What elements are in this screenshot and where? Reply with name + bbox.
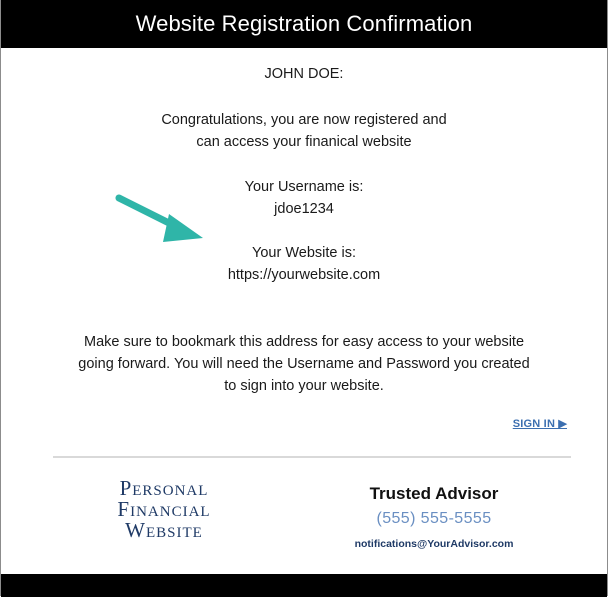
footer-bar — [1, 574, 607, 597]
page-title: Website Registration Confirmation — [135, 11, 473, 36]
congrats-line-2: can access your finanical website — [196, 134, 412, 150]
congrats-line-1: Congratulations, you are now registered … — [161, 112, 447, 128]
bookmark-line-2: going forward. You will need the Usernam… — [78, 356, 530, 372]
bookmark-line-3: to sign into your website. — [224, 378, 384, 394]
email-frame: Website Registration Confirmation JOHN D… — [0, 0, 608, 597]
logo-line-3: Website — [125, 518, 203, 542]
website-label: Your Website is: — [252, 245, 356, 261]
username-value: jdoe1234 — [274, 201, 334, 217]
header-bar: Website Registration Confirmation — [1, 0, 607, 48]
advisor-email[interactable]: notifications@YourAdvisor.com — [321, 538, 547, 550]
website-url[interactable]: https://yourwebsite.com — [1, 265, 607, 285]
sign-in-link[interactable]: SIGN IN ▶ — [513, 417, 567, 430]
username-label: Your Username is: — [244, 179, 364, 195]
recipient-name: JOHN DOE: — [264, 66, 344, 82]
logo-line-1: Personal — [119, 476, 209, 500]
advisor-phone[interactable]: (555) 555-5555 — [321, 510, 547, 528]
advisor-name: Trusted Advisor — [369, 484, 499, 503]
divider — [53, 456, 571, 458]
company-logo: Personal Financial Website — [89, 478, 239, 541]
bookmark-line-1: Make sure to bookmark this address for e… — [83, 334, 525, 350]
logo-line-2: Financial — [117, 497, 211, 521]
